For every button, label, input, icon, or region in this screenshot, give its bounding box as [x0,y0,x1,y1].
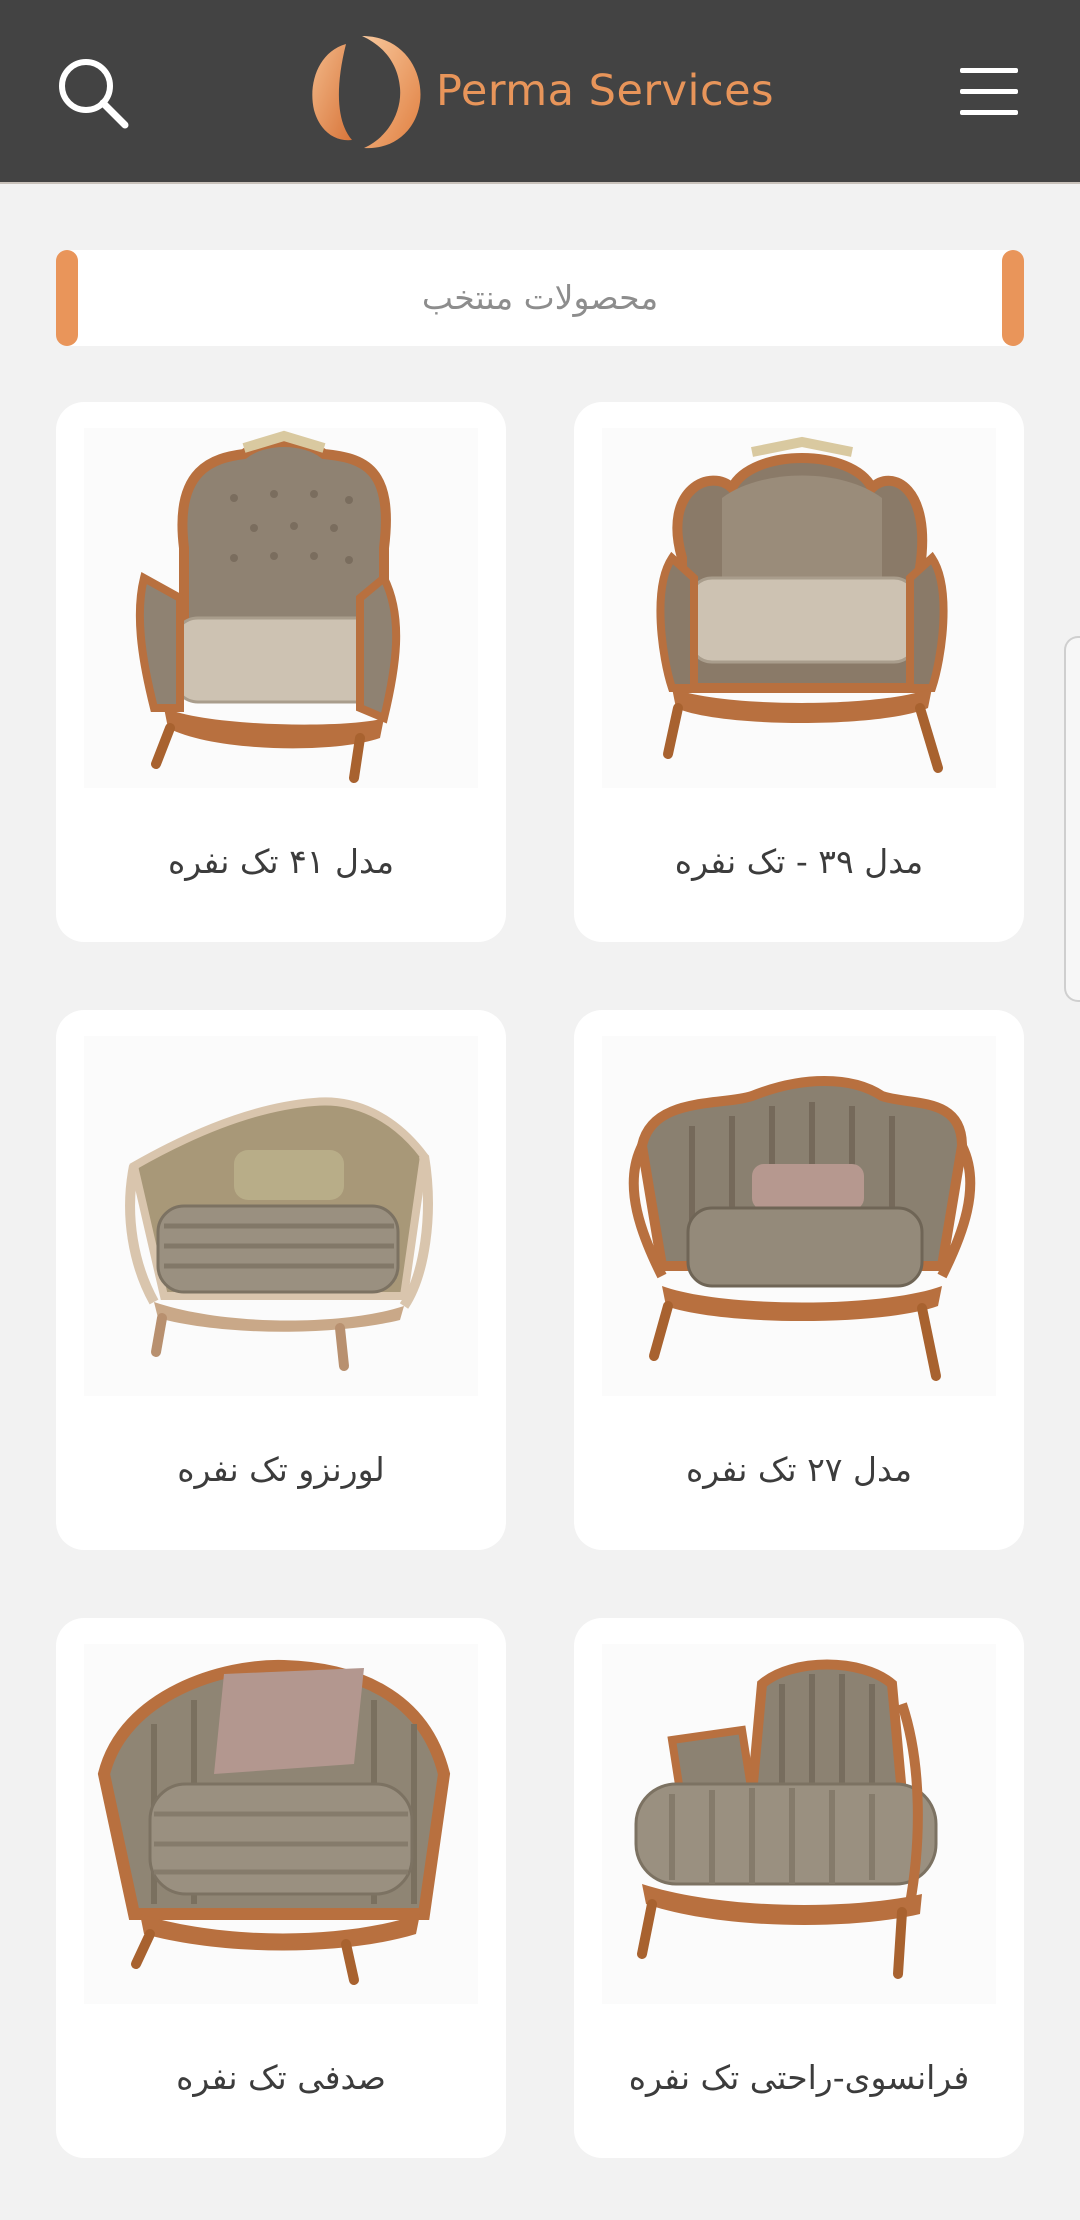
app-header: Perma Services [0,0,1080,184]
product-card[interactable]: فرانسوی-راحتی تک نفره [574,1618,1024,2158]
section-banner: محصولات منتخب [56,250,1024,346]
product-card[interactable]: صدفی تک نفره [56,1618,506,2158]
menu-button[interactable] [958,64,1022,120]
product-card[interactable]: مدل ۲۷ تک نفره [574,1010,1024,1550]
search-button[interactable] [52,52,136,136]
product-image[interactable] [84,428,478,788]
armchair-model-39-image [656,436,948,773]
product-image[interactable] [602,1036,996,1396]
product-image[interactable] [84,1644,478,2004]
armchair-shell-image [97,1659,451,1985]
product-card[interactable]: لورنزو تک نفره [56,1010,506,1550]
search-icon [59,59,129,129]
chaise-french-image [634,1659,938,1979]
product-title: فرانسوی-راحتی تک نفره [628,2058,970,2097]
product-image[interactable] [84,1036,478,1396]
armchair-model-41-image [135,430,401,783]
product-card[interactable]: مدل ۳۹ - تک نفره [574,402,1024,942]
product-title: مدل ۴۱ تک نفره [168,842,394,881]
product-title: مدل ۳۹ - تک نفره [674,842,924,881]
hamburger-menu-icon [960,68,1018,115]
product-title: لورنزو تک نفره [177,1450,385,1489]
section-title: محصولات منتخب [421,278,659,317]
product-card[interactable]: مدل ۴۱ تک نفره [56,402,506,942]
product-title: صدفی تک نفره [176,2058,386,2097]
brand-name: Perma Services [436,66,775,116]
product-image[interactable] [602,428,996,788]
logo-icon [312,36,421,149]
side-scroll-handle[interactable] [1064,636,1080,1002]
armchair-lorenzo-image [125,1097,433,1371]
product-title: مدل ۲۷ تک نفره [686,1450,912,1489]
armchair-model-27-image [628,1076,976,1381]
product-image[interactable] [602,1644,996,2004]
brand-logo[interactable]: Perma Services [308,32,778,152]
